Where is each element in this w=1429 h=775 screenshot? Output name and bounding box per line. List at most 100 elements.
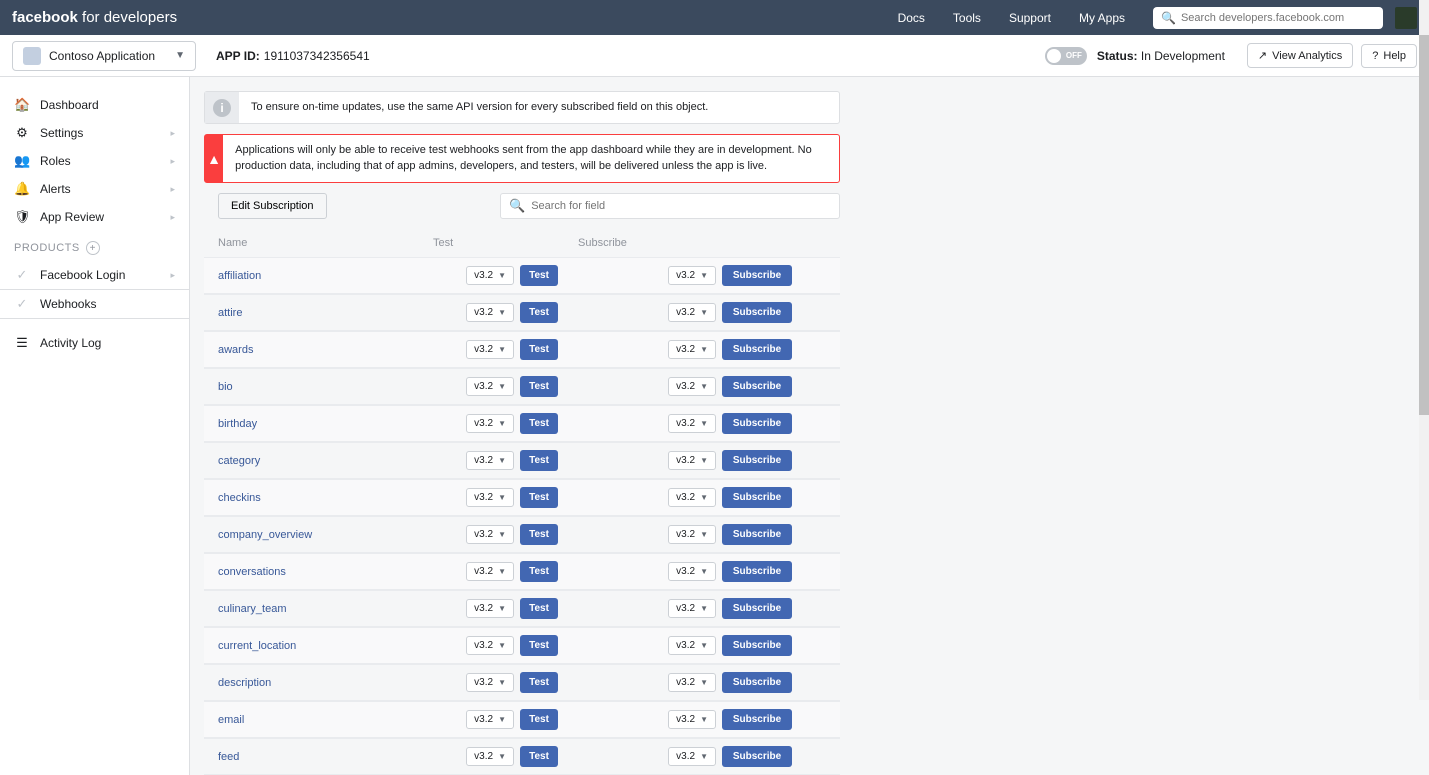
subscribe-version-dropdown[interactable]: v3.2▼ bbox=[668, 673, 716, 692]
subscribe-button[interactable]: Subscribe bbox=[722, 709, 792, 730]
app-selector[interactable]: Contoso Application ▼ bbox=[12, 41, 196, 71]
subscribe-button[interactable]: Subscribe bbox=[722, 524, 792, 545]
sidebar-item-dashboard[interactable]: 🏠Dashboard bbox=[0, 91, 189, 119]
subscribe-version-dropdown[interactable]: v3.2▼ bbox=[668, 340, 716, 359]
test-version-dropdown[interactable]: v3.2▼ bbox=[466, 340, 514, 359]
subscribe-version-dropdown[interactable]: v3.2▼ bbox=[668, 488, 716, 507]
field-name-link[interactable]: checkins bbox=[218, 492, 433, 504]
test-version-dropdown[interactable]: v3.2▼ bbox=[466, 747, 514, 766]
field-name-link[interactable]: description bbox=[218, 677, 433, 689]
test-button[interactable]: Test bbox=[520, 339, 558, 360]
caret-down-icon: ▼ bbox=[498, 419, 506, 428]
test-version-dropdown[interactable]: v3.2▼ bbox=[466, 525, 514, 544]
sidebar-product-facebook-login[interactable]: ✓Facebook Login▸ bbox=[0, 261, 189, 289]
add-product-icon[interactable]: + bbox=[86, 241, 100, 255]
subscribe-button[interactable]: Subscribe bbox=[722, 413, 792, 434]
global-search-input[interactable] bbox=[1181, 12, 1375, 24]
avatar[interactable] bbox=[1395, 7, 1417, 29]
test-button[interactable]: Test bbox=[520, 672, 558, 693]
test-button[interactable]: Test bbox=[520, 524, 558, 545]
nav-support[interactable]: Support bbox=[1009, 11, 1051, 25]
subscribe-version-dropdown[interactable]: v3.2▼ bbox=[668, 266, 716, 285]
search-icon: 🔍 bbox=[509, 198, 525, 214]
nav-tools[interactable]: Tools bbox=[953, 11, 981, 25]
global-search[interactable]: 🔍 bbox=[1153, 7, 1383, 29]
test-button[interactable]: Test bbox=[520, 635, 558, 656]
sidebar-item-settings[interactable]: ⚙Settings▸ bbox=[0, 119, 189, 147]
subscribe-button[interactable]: Subscribe bbox=[722, 339, 792, 360]
subscribe-version-dropdown[interactable]: v3.2▼ bbox=[668, 599, 716, 618]
test-version-dropdown[interactable]: v3.2▼ bbox=[466, 414, 514, 433]
test-version-dropdown[interactable]: v3.2▼ bbox=[466, 599, 514, 618]
test-button[interactable]: Test bbox=[520, 709, 558, 730]
test-version-dropdown[interactable]: v3.2▼ bbox=[466, 673, 514, 692]
scrollbar-thumb[interactable] bbox=[1419, 35, 1429, 415]
subscribe-version-dropdown[interactable]: v3.2▼ bbox=[668, 747, 716, 766]
test-button[interactable]: Test bbox=[520, 450, 558, 471]
sidebar-item-alerts[interactable]: 🔔Alerts▸ bbox=[0, 175, 189, 203]
field-name-link[interactable]: affiliation bbox=[218, 270, 433, 282]
field-name-link[interactable]: bio bbox=[218, 381, 433, 393]
subscribe-button[interactable]: Subscribe bbox=[722, 302, 792, 323]
subscribe-version-dropdown[interactable]: v3.2▼ bbox=[668, 710, 716, 729]
help-button[interactable]: ?Help bbox=[1361, 44, 1417, 68]
live-toggle[interactable]: OFF bbox=[1045, 47, 1087, 65]
subscribe-version-dropdown[interactable]: v3.2▼ bbox=[668, 636, 716, 655]
subscribe-version-dropdown[interactable]: v3.2▼ bbox=[668, 377, 716, 396]
edit-subscription-button[interactable]: Edit Subscription bbox=[218, 193, 327, 219]
field-name-link[interactable]: culinary_team bbox=[218, 603, 433, 615]
subscribe-version-dropdown[interactable]: v3.2▼ bbox=[668, 414, 716, 433]
sidebar-icon: 🛡 bbox=[14, 209, 30, 225]
field-name-link[interactable]: category bbox=[218, 455, 433, 467]
test-version-dropdown[interactable]: v3.2▼ bbox=[466, 488, 514, 507]
subscribe-button[interactable]: Subscribe bbox=[722, 561, 792, 582]
subscribe-button[interactable]: Subscribe bbox=[722, 635, 792, 656]
test-version-dropdown[interactable]: v3.2▼ bbox=[466, 377, 514, 396]
subscribe-button[interactable]: Subscribe bbox=[722, 598, 792, 619]
test-version-dropdown[interactable]: v3.2▼ bbox=[466, 303, 514, 322]
subscribe-version-dropdown[interactable]: v3.2▼ bbox=[668, 303, 716, 322]
test-button[interactable]: Test bbox=[520, 265, 558, 286]
subscribe-version-dropdown[interactable]: v3.2▼ bbox=[668, 525, 716, 544]
nav-docs[interactable]: Docs bbox=[898, 11, 925, 25]
test-button[interactable]: Test bbox=[520, 561, 558, 582]
field-search[interactable]: 🔍 bbox=[500, 193, 840, 219]
sidebar-item-roles[interactable]: 👥Roles▸ bbox=[0, 147, 189, 175]
test-button[interactable]: Test bbox=[520, 413, 558, 434]
view-analytics-button[interactable]: ↗View Analytics bbox=[1247, 43, 1353, 68]
caret-down-icon: ▼ bbox=[175, 50, 185, 61]
table-row: awards v3.2▼ Test v3.2▼ Subscribe bbox=[204, 331, 840, 368]
subscribe-version-dropdown[interactable]: v3.2▼ bbox=[668, 562, 716, 581]
test-button[interactable]: Test bbox=[520, 376, 558, 397]
sidebar-product-webhooks[interactable]: ✓Webhooks bbox=[0, 289, 189, 319]
test-button[interactable]: Test bbox=[520, 598, 558, 619]
subscribe-button[interactable]: Subscribe bbox=[722, 376, 792, 397]
test-version-dropdown[interactable]: v3.2▼ bbox=[466, 710, 514, 729]
field-name-link[interactable]: company_overview bbox=[218, 529, 433, 541]
subscribe-button[interactable]: Subscribe bbox=[722, 450, 792, 471]
field-name-link[interactable]: attire bbox=[218, 307, 433, 319]
field-name-link[interactable]: feed bbox=[218, 751, 433, 763]
test-version-dropdown[interactable]: v3.2▼ bbox=[466, 636, 514, 655]
field-name-link[interactable]: birthday bbox=[218, 418, 433, 430]
test-button[interactable]: Test bbox=[520, 746, 558, 767]
subscribe-version-dropdown[interactable]: v3.2▼ bbox=[668, 451, 716, 470]
test-version-dropdown[interactable]: v3.2▼ bbox=[466, 451, 514, 470]
field-search-input[interactable] bbox=[531, 200, 831, 212]
field-name-link[interactable]: current_location bbox=[218, 640, 433, 652]
test-version-dropdown[interactable]: v3.2▼ bbox=[466, 266, 514, 285]
subscribe-button[interactable]: Subscribe bbox=[722, 746, 792, 767]
field-name-link[interactable]: email bbox=[218, 714, 433, 726]
nav-myapps[interactable]: My Apps bbox=[1079, 11, 1125, 25]
field-name-link[interactable]: conversations bbox=[218, 566, 433, 578]
test-button[interactable]: Test bbox=[520, 302, 558, 323]
sidebar-item-app-review[interactable]: 🛡App Review▸ bbox=[0, 203, 189, 231]
field-name-link[interactable]: awards bbox=[218, 344, 433, 356]
sidebar-activity-log[interactable]: ☰ Activity Log bbox=[0, 329, 189, 357]
subscribe-button[interactable]: Subscribe bbox=[722, 672, 792, 693]
scrollbar[interactable] bbox=[1419, 0, 1429, 700]
test-version-dropdown[interactable]: v3.2▼ bbox=[466, 562, 514, 581]
subscribe-button[interactable]: Subscribe bbox=[722, 265, 792, 286]
test-button[interactable]: Test bbox=[520, 487, 558, 508]
subscribe-button[interactable]: Subscribe bbox=[722, 487, 792, 508]
